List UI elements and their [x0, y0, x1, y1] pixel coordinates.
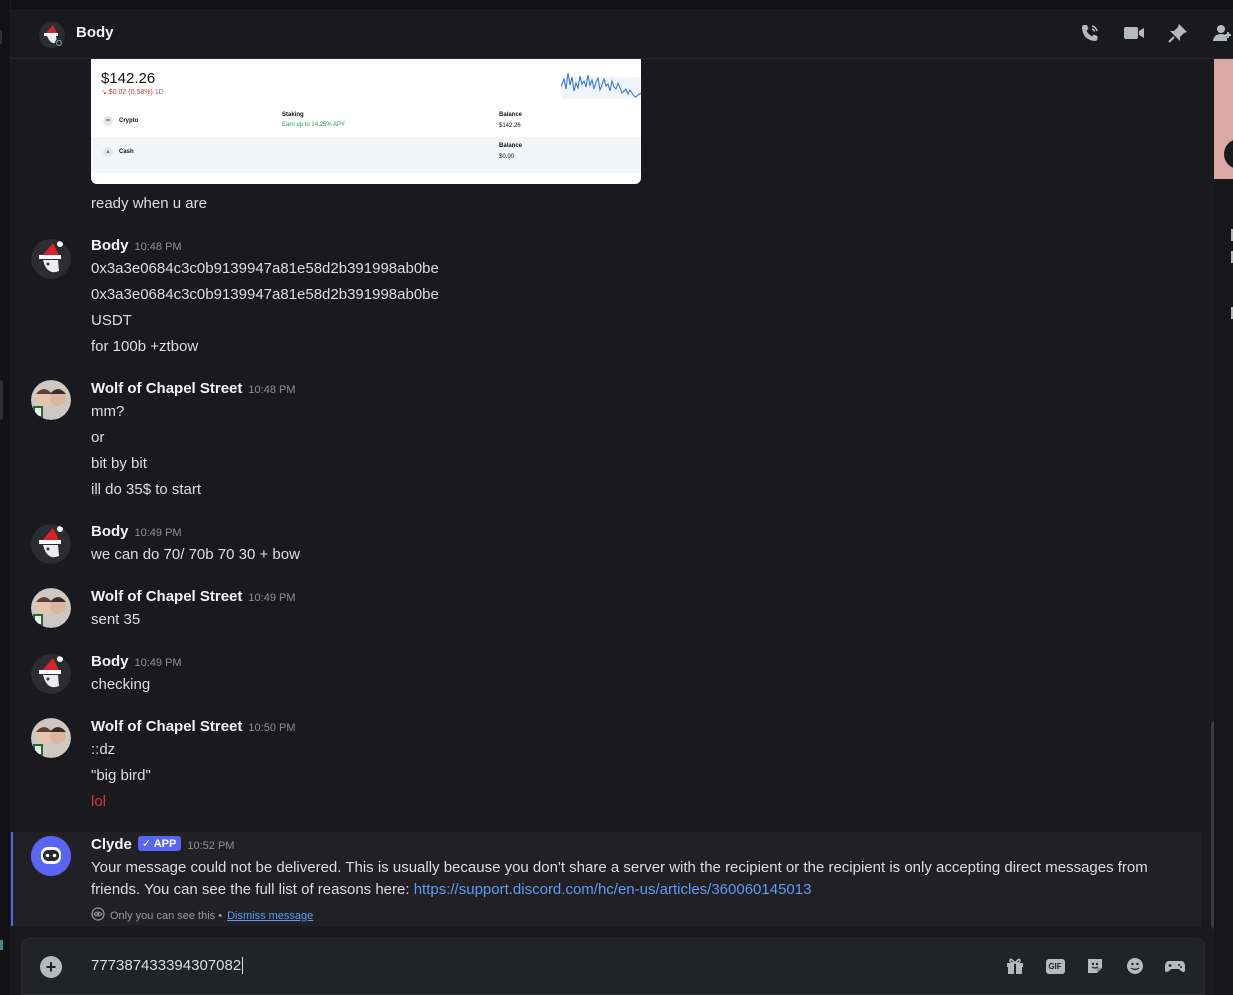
sidebar-marker [0, 30, 2, 44]
message-author[interactable]: Body 10:48 PM [91, 237, 182, 254]
ephemeral-note: Only you can see this • Dismiss message [91, 907, 313, 924]
cash-icon: ⩓ [103, 147, 113, 157]
message-timestamp: 10:48 PM [248, 384, 296, 396]
support-link[interactable]: https://support.discord.com/hc/en-us/art… [414, 881, 812, 898]
message-line: 0x3a3e0684c3c0b9139947a81e58d2b391998ab0… [91, 260, 439, 277]
video-call-icon[interactable] [1123, 22, 1145, 44]
message-line: for 100b +ztbow [91, 338, 199, 355]
sticker-icon[interactable] [1084, 955, 1106, 977]
message-line: ill do 35$ to start [91, 481, 202, 498]
channel-title: Body [76, 24, 114, 41]
pin-icon[interactable] [1167, 22, 1189, 44]
message-author[interactable]: Wolf of Chapel Street 10:48 PM [91, 380, 296, 397]
add-friend-icon[interactable] [1211, 22, 1233, 44]
header-avatar[interactable] [39, 22, 65, 48]
gift-icon[interactable] [1004, 955, 1026, 977]
message-author[interactable]: Wolf of Chapel Street 10:49 PM [91, 588, 296, 605]
clyde-avatar[interactable] [31, 836, 71, 876]
message-timestamp: 10:49 PM [134, 527, 182, 539]
message-timestamp: 10:52 PM [187, 840, 235, 852]
embed-row-cash: ⩓ Cash Balance $0.00 [91, 137, 641, 173]
message-line: ::dz [91, 741, 116, 758]
scrollbar[interactable] [1211, 59, 1214, 935]
message-line: "big bird" [91, 767, 151, 784]
message-author[interactable]: Clyde ✓ APP 10:52 PM [91, 836, 234, 853]
user-avatar-body[interactable] [31, 239, 71, 279]
user-avatar-body[interactable] [31, 654, 71, 694]
message-list[interactable]: $142.26 ↘ $0.02 (0.58%) 1D ≃ Crypto Stak… [11, 59, 1214, 935]
gif-icon[interactable]: GIF [1044, 955, 1066, 977]
clyde-message-body: Your message could not be delivered. Thi… [91, 859, 1148, 898]
emoji-icon[interactable] [1124, 955, 1146, 977]
message-line: bit by bit [91, 455, 147, 472]
scrollbar-thumb[interactable] [1211, 721, 1214, 929]
message-timestamp: 10:50 PM [248, 722, 296, 734]
message-line: mm? [91, 403, 125, 420]
message-timestamp: 10:49 PM [134, 657, 182, 669]
sidebar-marker [0, 940, 3, 950]
channel-header: Body [11, 9, 1233, 59]
message-line: USDT [91, 312, 132, 329]
dismiss-message-link[interactable]: Dismiss message [227, 910, 313, 922]
sparkline-chart [561, 72, 641, 99]
image-attachment[interactable]: $142.26 ↘ $0.02 (0.58%) 1D ≃ Crypto Stak… [91, 59, 641, 184]
user-avatar-wolf[interactable] [31, 380, 71, 420]
embed-price: $142.26 [101, 70, 156, 87]
eye-icon [91, 907, 105, 924]
failed-message-line: lol [91, 793, 107, 810]
phone-call-icon[interactable] [1079, 22, 1101, 44]
crypto-icon: ≃ [103, 116, 113, 126]
user-avatar-wolf[interactable] [31, 588, 71, 628]
message-author[interactable]: Body 10:49 PM [91, 653, 182, 670]
message-timestamp: 10:49 PM [248, 592, 296, 604]
title-bar [11, 0, 1233, 9]
message-timestamp: 10:48 PM [134, 241, 182, 253]
add-attachment-button[interactable]: + [40, 956, 62, 978]
composer-toolbar: GIF [1004, 955, 1186, 977]
message-line: or [91, 429, 105, 446]
message-author[interactable]: Body 10:49 PM [91, 523, 182, 540]
clyde-system-message: Clyde ✓ APP 10:52 PM Your message could no… [11, 832, 1201, 926]
message-line: 0x3a3e0684c3c0b9139947a81e58d2b391998ab0… [91, 286, 439, 303]
embed-row-crypto: ≃ Crypto Staking Earn up to 14.25% APY B… [91, 109, 641, 137]
profile-panel-edge [1214, 59, 1233, 995]
header-toolbar [1079, 22, 1233, 44]
user-avatar-wolf[interactable] [31, 718, 71, 758]
profile-banner [1214, 59, 1233, 179]
message-input[interactable]: 777387433394307082 [91, 957, 244, 974]
selected-dm-indicator [0, 380, 3, 420]
activity-icon[interactable] [1164, 955, 1186, 977]
message-line: sent 35 [91, 611, 141, 628]
user-avatar-body[interactable] [31, 524, 71, 564]
message-author[interactable]: Wolf of Chapel Street 10:50 PM [91, 718, 296, 735]
embed-change: ↘ $0.02 (0.58%) 1D [101, 89, 164, 96]
message-line: ready when u are [91, 195, 207, 212]
server-sidebar-edge [0, 0, 11, 995]
message-line: we can do 70/ 70b 70 30 + bow [91, 546, 300, 563]
message-line: checking [91, 676, 151, 693]
app-badge: ✓ APP [137, 836, 182, 851]
message-composer[interactable]: + 777387433394307082 GIF [21, 938, 1205, 995]
